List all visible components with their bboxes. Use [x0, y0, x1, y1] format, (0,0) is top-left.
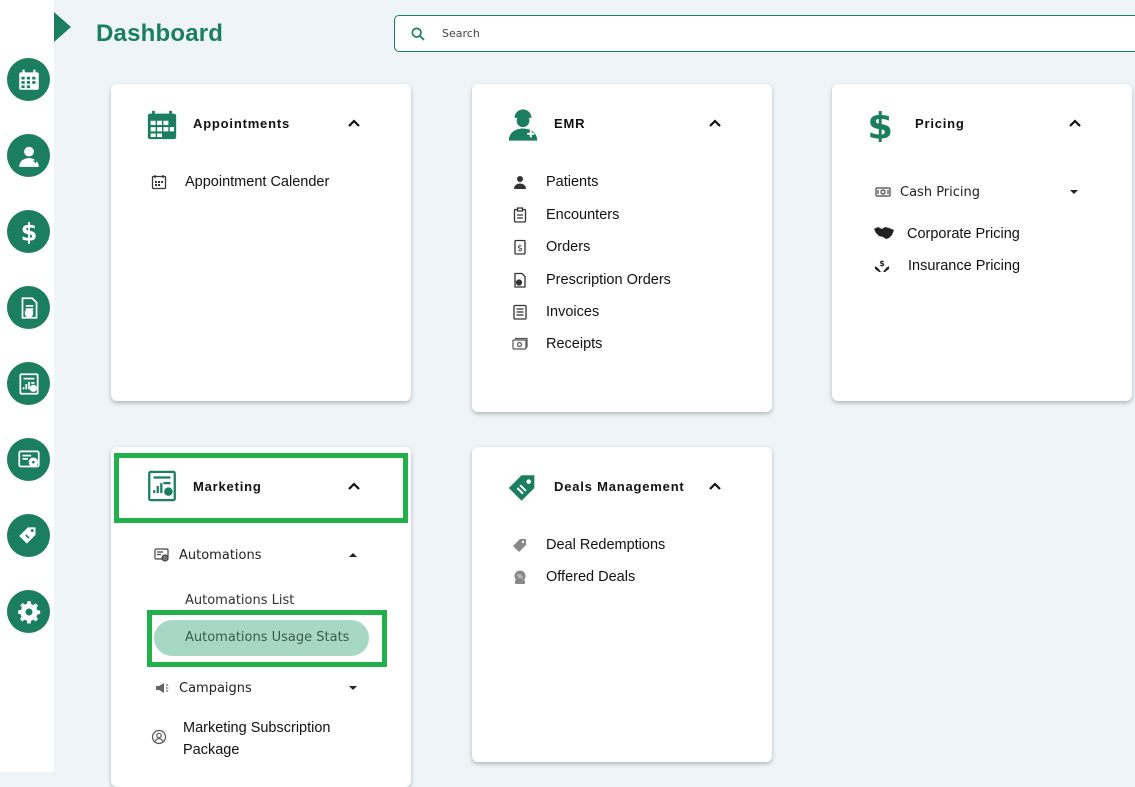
menu-item-campaigns[interactable]: Campaigns [154, 680, 364, 696]
chevron-up-icon[interactable] [1068, 118, 1082, 128]
chevron-up-icon[interactable] [347, 118, 361, 128]
menu-item-automations[interactable]: Automations [154, 547, 364, 563]
svg-text:$: $ [879, 259, 885, 268]
page-title: Dashboard [96, 20, 224, 47]
menu-item-label: Patients [546, 174, 599, 190]
emr-card-title: EMR [554, 116, 586, 131]
deals-management-card-header[interactable]: Deals Management [472, 447, 772, 527]
document-shield-icon[interactable] [7, 286, 50, 329]
appointments-card-title: Appointments [193, 116, 290, 131]
svg-text:$: $ [867, 108, 893, 142]
calendar-small-icon [151, 174, 167, 190]
patient-icon [512, 174, 528, 190]
menu-item-prescription-orders[interactable]: Prescription Orders [512, 272, 671, 288]
menu-item-patients[interactable]: Patients [512, 174, 598, 190]
offered-deals-icon: % [512, 569, 528, 585]
menu-item-cash-pricing[interactable]: Cash Pricing [875, 184, 1085, 200]
svg-text:$: $ [517, 244, 523, 254]
menu-item-receipts[interactable]: Receipts [512, 336, 602, 352]
menu-item-label: Appointment Calender [185, 174, 330, 190]
receipt-icon [512, 336, 528, 352]
menu-item-invoices[interactable]: Invoices [512, 304, 599, 320]
caret-down-icon[interactable] [1069, 189, 1079, 195]
menu-item-label: Prescription Orders [546, 272, 671, 288]
sidebar-toggle-arrow-icon[interactable] [54, 12, 71, 42]
menu-item-label: Encounters [546, 207, 620, 223]
menu-item-corporate-pricing[interactable]: Corporate Pricing [874, 226, 1020, 242]
dollar-icon: $ [867, 108, 893, 142]
menu-item-marketing-subscription-package[interactable]: Marketing Subscription Package [151, 717, 331, 761]
pricing-card-title: Pricing [915, 116, 965, 131]
clipboard-icon [512, 207, 528, 223]
submenu-label: Automations List [185, 593, 295, 608]
menu-item-label: Marketing Subscription Package [183, 717, 331, 761]
menu-item-label: Receipts [546, 336, 603, 352]
pricing-card-header[interactable]: $ Pricing [832, 84, 1132, 164]
menu-item-offered-deals[interactable]: % Offered Deals [512, 569, 635, 585]
menu-item-label: Insurance Pricing [908, 258, 1021, 274]
emr-card-header[interactable]: EMR [472, 84, 772, 164]
handshake-icon [874, 226, 894, 242]
sidebar: $ [0, 0, 54, 772]
megaphone-icon [154, 680, 170, 696]
chevron-up-icon[interactable] [708, 118, 722, 128]
deal-redemption-icon [512, 537, 528, 553]
emr-card: EMR Patients Encounters $ Orders Prescri… [472, 84, 772, 412]
pricing-card: $ Pricing Cash Pricing Corporate Pricing… [832, 84, 1132, 401]
automation-icon[interactable] [7, 438, 50, 481]
appointments-card-header[interactable]: Appointments [111, 84, 411, 164]
search-bar[interactable] [394, 15, 1135, 52]
menu-item-label: Orders [546, 239, 591, 255]
search-input[interactable] [440, 26, 1044, 41]
doctor-icon[interactable] [7, 134, 50, 177]
calendar-icon[interactable] [7, 58, 50, 101]
menu-item-deal-redemptions[interactable]: Deal Redemptions [512, 537, 665, 553]
chevron-up-icon[interactable] [708, 481, 722, 491]
search-icon [411, 26, 425, 41]
insurance-hand-icon: $ [874, 258, 890, 274]
menu-item-label: Deal Redemptions [546, 537, 666, 553]
subscription-line-1: Marketing Subscription [183, 720, 331, 736]
menu-item-label: Cash Pricing [900, 184, 981, 200]
cash-icon [875, 184, 891, 200]
dollar-icon[interactable]: $ [7, 210, 50, 253]
menu-item-label: Offered Deals [546, 569, 636, 585]
svg-text:%: % [517, 574, 523, 581]
menu-item-appointment-calender[interactable]: Appointment Calender [151, 174, 329, 190]
doctor-icon [508, 109, 538, 141]
caret-down-icon[interactable] [348, 685, 358, 691]
deal-tag-icon[interactable] [7, 514, 50, 557]
automation-small-icon [154, 547, 170, 563]
highlight-marketing-header [114, 453, 408, 523]
prescription-icon [512, 272, 528, 288]
calendar-icon [147, 110, 177, 140]
menu-item-insurance-pricing[interactable]: $ Insurance Pricing [874, 258, 1020, 274]
submenu-automations-list[interactable]: Automations List [185, 593, 294, 608]
menu-item-orders[interactable]: $ Orders [512, 239, 590, 255]
menu-item-label: Corporate Pricing [907, 226, 1020, 242]
order-icon: $ [512, 239, 528, 255]
menu-item-label: Campaigns [179, 680, 252, 696]
deals-management-card-title: Deals Management [554, 479, 685, 494]
menu-item-label: Invoices [546, 304, 600, 320]
deal-tag-icon [508, 475, 535, 501]
deals-management-card: Deals Management Deal Redemptions % Offe… [472, 447, 772, 762]
report-chart-icon[interactable] [7, 362, 50, 405]
caret-up-icon[interactable] [348, 552, 358, 558]
appointments-card: Appointments Appointment Calender [111, 84, 411, 401]
svg-text:$: $ [20, 219, 37, 245]
subscription-line-2: Package [183, 742, 240, 758]
gear-icon[interactable] [7, 590, 50, 633]
highlight-automations-usage-stats [147, 610, 387, 667]
user-circle-icon [151, 729, 167, 745]
invoice-icon [512, 304, 528, 320]
menu-item-encounters[interactable]: Encounters [512, 207, 619, 223]
menu-item-label: Automations [179, 547, 262, 563]
